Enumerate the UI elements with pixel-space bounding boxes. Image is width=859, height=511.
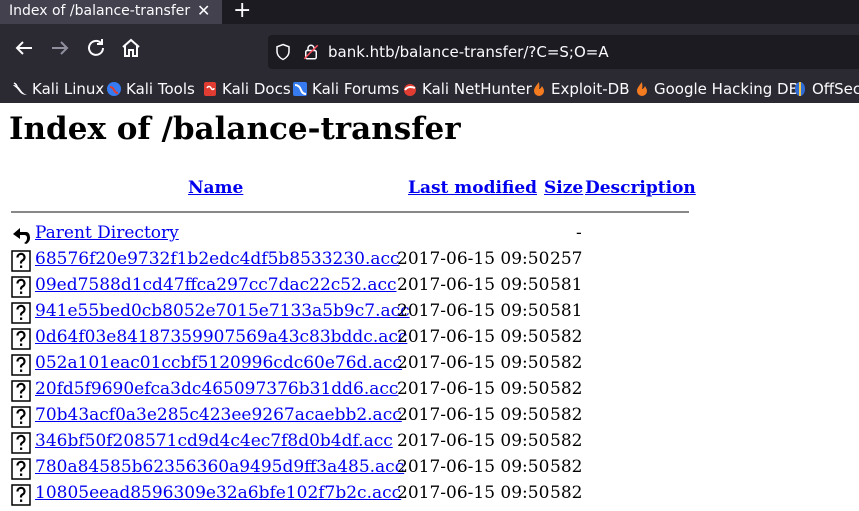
table-row: 780a84585b62356360a9495d9ff3a485.acc 2017… (0, 456, 700, 482)
home-icon[interactable] (119, 36, 143, 60)
file-link[interactable]: 10805eead8596309e32a6bfe102f7b2c.acc (35, 483, 401, 503)
kali-forums-icon (293, 82, 307, 96)
bookmarks-toolbar: Kali Linux Kali Tools Kali Docs Kali For… (0, 76, 859, 103)
file-link[interactable]: 09ed7588d1cd47ffca297cc7dac22c52.acc (35, 275, 397, 295)
bookmark-kali-tools[interactable]: Kali Tools (106, 80, 195, 100)
table-row: 09ed7588d1cd47ffca297cc7dac22c52.acc 2017… (0, 274, 700, 300)
bookmark-kali-docs[interactable]: Kali Docs (202, 80, 291, 100)
back-icon[interactable] (12, 36, 36, 60)
column-header-name[interactable]: Name (188, 178, 243, 198)
table-row: 0d64f03e84187359907569a43c83bddc.acc 2017… (0, 326, 700, 352)
bookmark-label: Kali Linux (32, 80, 105, 98)
tab-title: Index of /balance-transfer (9, 3, 191, 19)
file-link[interactable]: 346bf50f208571cd9d4c4ec7f8d0b4df.acc (35, 431, 393, 451)
table-row: 052a101eac01ccbf5120996cdc60e76d.acc 2017… (0, 352, 700, 378)
file-size: 257 (550, 249, 583, 269)
kali-dragon-icon (13, 82, 27, 95)
back-folder-icon (13, 228, 30, 244)
unknown-file-icon (11, 250, 31, 272)
bookmark-label: Kali NetHunter (422, 80, 532, 98)
table-row: 941e55bed0cb8052e7015e7133a5b9c7.acc 2017… (0, 300, 700, 326)
url-bar[interactable]: bank.htb/balance-transfer/?C=S;O=A (268, 35, 859, 69)
file-size: 582 (550, 353, 583, 373)
unknown-file-icon (11, 354, 31, 376)
column-header-description[interactable]: Description (585, 178, 696, 198)
unknown-file-icon (11, 484, 31, 506)
close-tab-icon[interactable]: ✕ (197, 1, 210, 20)
file-modified: 2017-06-15 09:50 (397, 275, 550, 295)
file-modified: 2017-06-15 09:50 (397, 301, 550, 321)
column-header-last-modified[interactable]: Last modified (408, 178, 537, 198)
file-link[interactable]: 70b43acf0a3e285c423ee9267acaebb2.acc (35, 405, 402, 425)
bookmark-label: OffSec (812, 80, 859, 98)
file-size: 582 (550, 405, 583, 425)
bookmark-kali-linux[interactable]: Kali Linux (12, 80, 104, 100)
table-row: 346bf50f208571cd9d4c4ec7f8d0b4df.acc 2017… (0, 430, 700, 456)
table-row: 68576f20e9732f1b2edc4df5b8533230.acc 2017… (0, 248, 700, 274)
file-link[interactable]: 780a84585b62356360a9495d9ff3a485.acc (35, 457, 404, 477)
kali-docs-icon (204, 82, 216, 96)
parent-directory-row: Parent Directory - (0, 222, 700, 248)
file-modified: 2017-06-15 09:50 (397, 327, 550, 347)
file-link[interactable]: 20fd5f9690efca3dc465097376b31dd6.acc (35, 379, 398, 399)
unknown-file-icon (11, 432, 31, 454)
table-row: 70b43acf0a3e285c423ee9267acaebb2.acc 2017… (0, 404, 700, 430)
tab-strip: Index of /balance-transfer ✕ + (0, 0, 859, 24)
url-text[interactable]: bank.htb/balance-transfer/?C=S;O=A (328, 43, 609, 61)
kali-tools-icon (107, 82, 121, 96)
ghdb-icon (637, 82, 647, 96)
new-tab-icon[interactable]: + (233, 0, 251, 23)
bookmark-label: Kali Tools (126, 80, 195, 98)
unknown-file-icon (11, 406, 31, 428)
parent-directory-link[interactable]: Parent Directory (35, 223, 179, 243)
table-row: 10805eead8596309e32a6bfe102f7b2c.acc 2017… (0, 482, 700, 508)
file-link[interactable]: 941e55bed0cb8052e7015e7133a5b9c7.acc (35, 301, 410, 321)
file-size: 582 (550, 327, 583, 347)
file-modified: 2017-06-15 09:50 (397, 405, 550, 425)
lock-icon[interactable] (302, 43, 320, 61)
file-link[interactable]: 68576f20e9732f1b2edc4df5b8533230.acc (35, 249, 400, 269)
reload-icon[interactable] (84, 36, 108, 60)
kali-nethunter-icon (404, 84, 416, 96)
bookmark-kali-forums[interactable]: Kali Forums (292, 80, 399, 100)
file-size: 582 (550, 483, 583, 503)
file-modified: 2017-06-15 09:50 (397, 353, 550, 373)
file-size: 582 (550, 457, 583, 477)
file-modified: 2017-06-15 09:50 (397, 431, 550, 451)
bookmark-label: Kali Docs (222, 80, 291, 98)
tab-balance-transfer[interactable]: Index of /balance-transfer ✕ (0, 0, 222, 24)
unknown-file-icon (11, 328, 31, 350)
file-modified: 2017-06-15 09:50 (397, 379, 550, 399)
offsec-icon (795, 82, 805, 96)
column-header-size[interactable]: Size (544, 178, 583, 198)
bookmark-label: Kali Forums (312, 80, 400, 98)
bookmark-kali-nethunter[interactable]: Kali NetHunter (402, 80, 532, 100)
file-modified: 2017-06-15 09:50 (397, 249, 550, 269)
parent-size: - (576, 223, 582, 243)
file-link[interactable]: 052a101eac01ccbf5120996cdc60e76d.acc (35, 353, 402, 373)
forward-icon[interactable] (48, 36, 72, 60)
page-title: Index of /balance-transfer (9, 111, 461, 147)
unknown-file-icon (11, 302, 31, 324)
bookmark-label: Google Hacking DB (654, 80, 799, 98)
table-row: 20fd5f9690efca3dc465097376b31dd6.acc 2017… (0, 378, 700, 404)
bookmark-offsec[interactable]: OffSec (792, 80, 859, 100)
file-size: 582 (550, 379, 583, 399)
unknown-file-icon (11, 458, 31, 480)
file-size: 581 (550, 275, 583, 295)
file-modified: 2017-06-15 09:50 (397, 457, 550, 477)
unknown-file-icon (11, 380, 31, 402)
file-size: 582 (550, 431, 583, 451)
bookmark-google-hacking-db[interactable]: Google Hacking DB (634, 80, 799, 100)
file-link[interactable]: 0d64f03e84187359907569a43c83bddc.acc (35, 327, 407, 347)
header-divider (11, 211, 689, 213)
bookmark-exploit-db[interactable]: Exploit-DB (531, 80, 630, 100)
file-size: 581 (550, 301, 583, 321)
file-modified: 2017-06-15 09:50 (397, 483, 550, 503)
exploit-db-icon (534, 82, 544, 96)
shield-icon[interactable] (274, 43, 292, 61)
unknown-file-icon (11, 276, 31, 298)
page-content: Index of /balance-transfer Name Last mod… (0, 103, 859, 511)
bookmark-label: Exploit-DB (551, 80, 630, 98)
